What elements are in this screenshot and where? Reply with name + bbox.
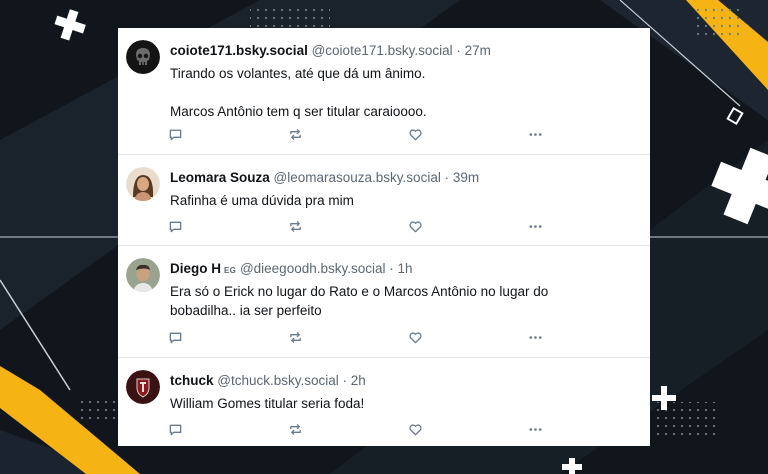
reply-icon[interactable] bbox=[167, 126, 183, 142]
reply-post[interactable]: coiote171.bsky.social @coiote171.bsky.so… bbox=[118, 28, 650, 155]
post-actions bbox=[167, 421, 547, 437]
author-handle[interactable]: @tchuck.bsky.social bbox=[217, 373, 339, 388]
post-actions bbox=[167, 126, 547, 142]
post-text: Rafinha é uma dúvida pra mim bbox=[170, 193, 354, 208]
like-heart-icon[interactable] bbox=[407, 329, 423, 345]
reply-icon[interactable] bbox=[167, 421, 183, 437]
skull-avatar-icon[interactable] bbox=[126, 40, 160, 74]
reply-post[interactable]: Leomara Souza @leomarasouza.bsky.social … bbox=[118, 155, 650, 246]
repost-icon[interactable] bbox=[287, 421, 303, 437]
post-header: Leomara Souza @leomarasouza.bsky.social … bbox=[170, 169, 640, 186]
author-name[interactable]: tchuck bbox=[170, 373, 214, 388]
like-heart-icon[interactable] bbox=[407, 126, 423, 142]
like-heart-icon[interactable] bbox=[407, 421, 423, 437]
person-avatar-icon[interactable] bbox=[126, 167, 160, 201]
logo-avatar-icon[interactable] bbox=[126, 370, 160, 404]
reply-post[interactable]: tchuck @tchuck.bsky.social · 2h William … bbox=[118, 358, 650, 446]
post-time: · 1h bbox=[389, 261, 413, 276]
post-header: coiote171.bsky.social @coiote171.bsky.so… bbox=[170, 42, 640, 59]
post-text: William Gomes titular seria foda! bbox=[170, 396, 365, 411]
author-name[interactable]: coiote171.bsky.social bbox=[170, 43, 308, 58]
post-actions bbox=[167, 329, 547, 345]
post-header: tchuck @tchuck.bsky.social · 2h bbox=[170, 372, 640, 389]
more-options-icon[interactable] bbox=[527, 218, 543, 234]
author-name[interactable]: Diego H bbox=[170, 261, 221, 276]
repost-icon[interactable] bbox=[287, 126, 303, 142]
author-name[interactable]: Leomara Souza bbox=[170, 170, 270, 185]
reply-icon[interactable] bbox=[167, 329, 183, 345]
more-options-icon[interactable] bbox=[527, 126, 543, 142]
post-text: Era só o Erick no lugar do Rato e o Marc… bbox=[170, 284, 549, 318]
post-header: Diego H EG @dieegoodh.bsky.social · 1h bbox=[170, 260, 640, 279]
post-time: · 2h bbox=[342, 373, 366, 388]
author-handle[interactable]: @coiote171.bsky.social bbox=[312, 43, 453, 58]
author-handle[interactable]: @leomarasouza.bsky.social bbox=[274, 170, 441, 185]
replies-card: coiote171.bsky.social @coiote171.bsky.so… bbox=[118, 28, 650, 446]
repost-icon[interactable] bbox=[287, 218, 303, 234]
post-actions bbox=[167, 218, 547, 234]
more-options-icon[interactable] bbox=[527, 329, 543, 345]
post-text: Tirando os volantes, até que dá um ânimo… bbox=[170, 66, 427, 119]
post-time: · 39m bbox=[444, 170, 480, 185]
repost-icon[interactable] bbox=[287, 329, 303, 345]
person-avatar-icon[interactable] bbox=[126, 258, 160, 292]
author-badge: EG bbox=[224, 266, 237, 275]
reply-post[interactable]: Diego H EG @dieegoodh.bsky.social · 1h Er… bbox=[118, 246, 650, 358]
post-time: · 27m bbox=[456, 43, 491, 58]
more-options-icon[interactable] bbox=[527, 421, 543, 437]
author-handle[interactable]: @dieegoodh.bsky.social bbox=[240, 261, 386, 276]
like-heart-icon[interactable] bbox=[407, 218, 423, 234]
reply-icon[interactable] bbox=[167, 218, 183, 234]
